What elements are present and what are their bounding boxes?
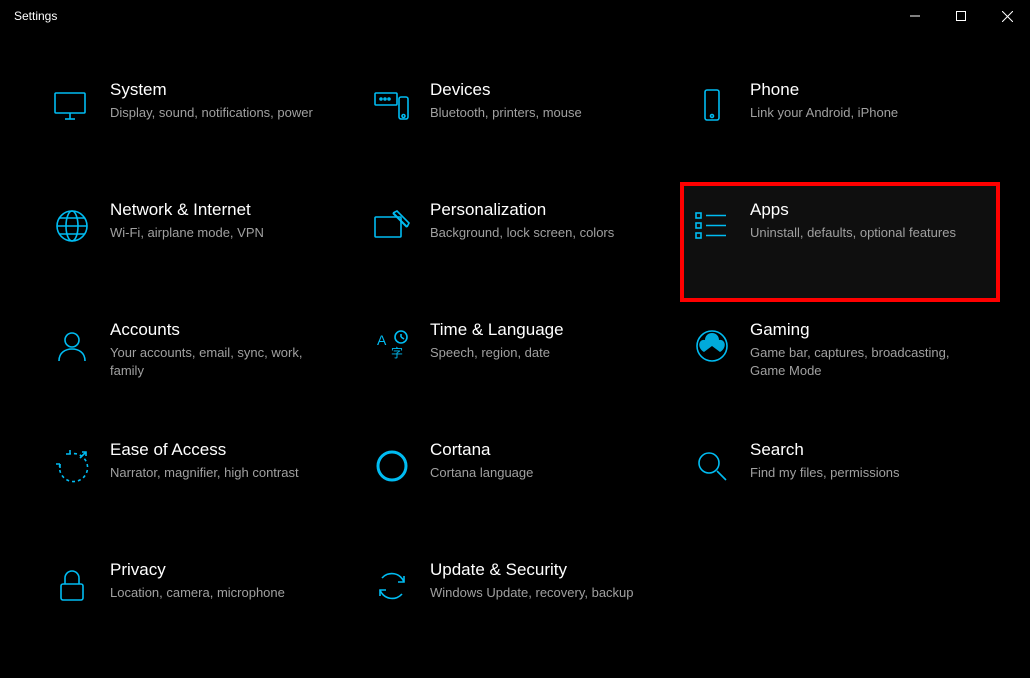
category-personalization[interactable]: Personalization Background, lock screen,…: [360, 182, 680, 302]
ease-icon: [48, 442, 96, 490]
category-subtitle: Display, sound, notifications, power: [110, 104, 313, 122]
category-devices[interactable]: Devices Bluetooth, printers, mouse: [360, 62, 680, 182]
category-title: Network & Internet: [110, 200, 264, 220]
settings-grid: System Display, sound, notifications, po…: [40, 62, 1010, 630]
window-controls: [892, 0, 1030, 32]
system-icon: [48, 82, 96, 130]
minimize-button[interactable]: [892, 0, 938, 32]
time-language-icon: A字: [368, 322, 416, 370]
category-subtitle: Background, lock screen, colors: [430, 224, 614, 242]
category-title: Devices: [430, 80, 582, 100]
category-subtitle: Location, camera, microphone: [110, 584, 285, 602]
category-ease-of-access[interactable]: Ease of Access Narrator, magnifier, high…: [40, 422, 360, 542]
category-title: Accounts: [110, 320, 320, 340]
category-time[interactable]: A字 Time & Language Speech, region, date: [360, 302, 680, 422]
category-title: System: [110, 80, 313, 100]
category-title: Privacy: [110, 560, 285, 580]
category-title: Time & Language: [430, 320, 564, 340]
category-subtitle: Narrator, magnifier, high contrast: [110, 464, 299, 482]
category-title: Gaming: [750, 320, 960, 340]
category-cortana[interactable]: Cortana Cortana language: [360, 422, 680, 542]
category-title: Apps: [750, 200, 956, 220]
category-subtitle: Speech, region, date: [430, 344, 564, 362]
category-subtitle: Link your Android, iPhone: [750, 104, 898, 122]
category-phone[interactable]: Phone Link your Android, iPhone: [680, 62, 1000, 182]
category-subtitle: Your accounts, email, sync, work, family: [110, 344, 320, 380]
category-subtitle: Find my files, permissions: [750, 464, 900, 482]
svg-text:字: 字: [391, 345, 403, 360]
accounts-icon: [48, 322, 96, 370]
category-system[interactable]: System Display, sound, notifications, po…: [40, 62, 360, 182]
category-title: Ease of Access: [110, 440, 299, 460]
category-network[interactable]: Network & Internet Wi-Fi, airplane mode,…: [40, 182, 360, 302]
svg-text:A: A: [377, 332, 387, 348]
apps-icon: [688, 202, 736, 250]
category-subtitle: Bluetooth, printers, mouse: [430, 104, 582, 122]
category-privacy[interactable]: Privacy Location, camera, microphone: [40, 542, 360, 630]
cortana-icon: [368, 442, 416, 490]
settings-content: System Display, sound, notifications, po…: [0, 32, 1030, 640]
category-update[interactable]: Update & Security Windows Update, recove…: [360, 542, 680, 630]
category-subtitle: Game bar, captures, broadcasting, Game M…: [750, 344, 960, 380]
maximize-button[interactable]: [938, 0, 984, 32]
category-title: Cortana: [430, 440, 533, 460]
category-title: Phone: [750, 80, 898, 100]
category-title: Update & Security: [430, 560, 634, 580]
titlebar: Settings: [0, 0, 1030, 32]
category-subtitle: Cortana language: [430, 464, 533, 482]
category-subtitle: Windows Update, recovery, backup: [430, 584, 634, 602]
phone-icon: [688, 82, 736, 130]
category-search[interactable]: Search Find my files, permissions: [680, 422, 1000, 542]
category-apps[interactable]: Apps Uninstall, defaults, optional featu…: [680, 182, 1000, 302]
category-subtitle: Uninstall, defaults, optional features: [750, 224, 956, 242]
devices-icon: [368, 82, 416, 130]
privacy-icon: [48, 562, 96, 610]
network-icon: [48, 202, 96, 250]
category-subtitle: Wi-Fi, airplane mode, VPN: [110, 224, 264, 242]
update-icon: [368, 562, 416, 610]
search-icon: [688, 442, 736, 490]
close-button[interactable]: [984, 0, 1030, 32]
gaming-icon: [688, 322, 736, 370]
category-title: Search: [750, 440, 900, 460]
category-title: Personalization: [430, 200, 614, 220]
window-title: Settings: [14, 9, 57, 23]
category-gaming[interactable]: Gaming Game bar, captures, broadcasting,…: [680, 302, 1000, 422]
personalization-icon: [368, 202, 416, 250]
category-accounts[interactable]: Accounts Your accounts, email, sync, wor…: [40, 302, 360, 422]
